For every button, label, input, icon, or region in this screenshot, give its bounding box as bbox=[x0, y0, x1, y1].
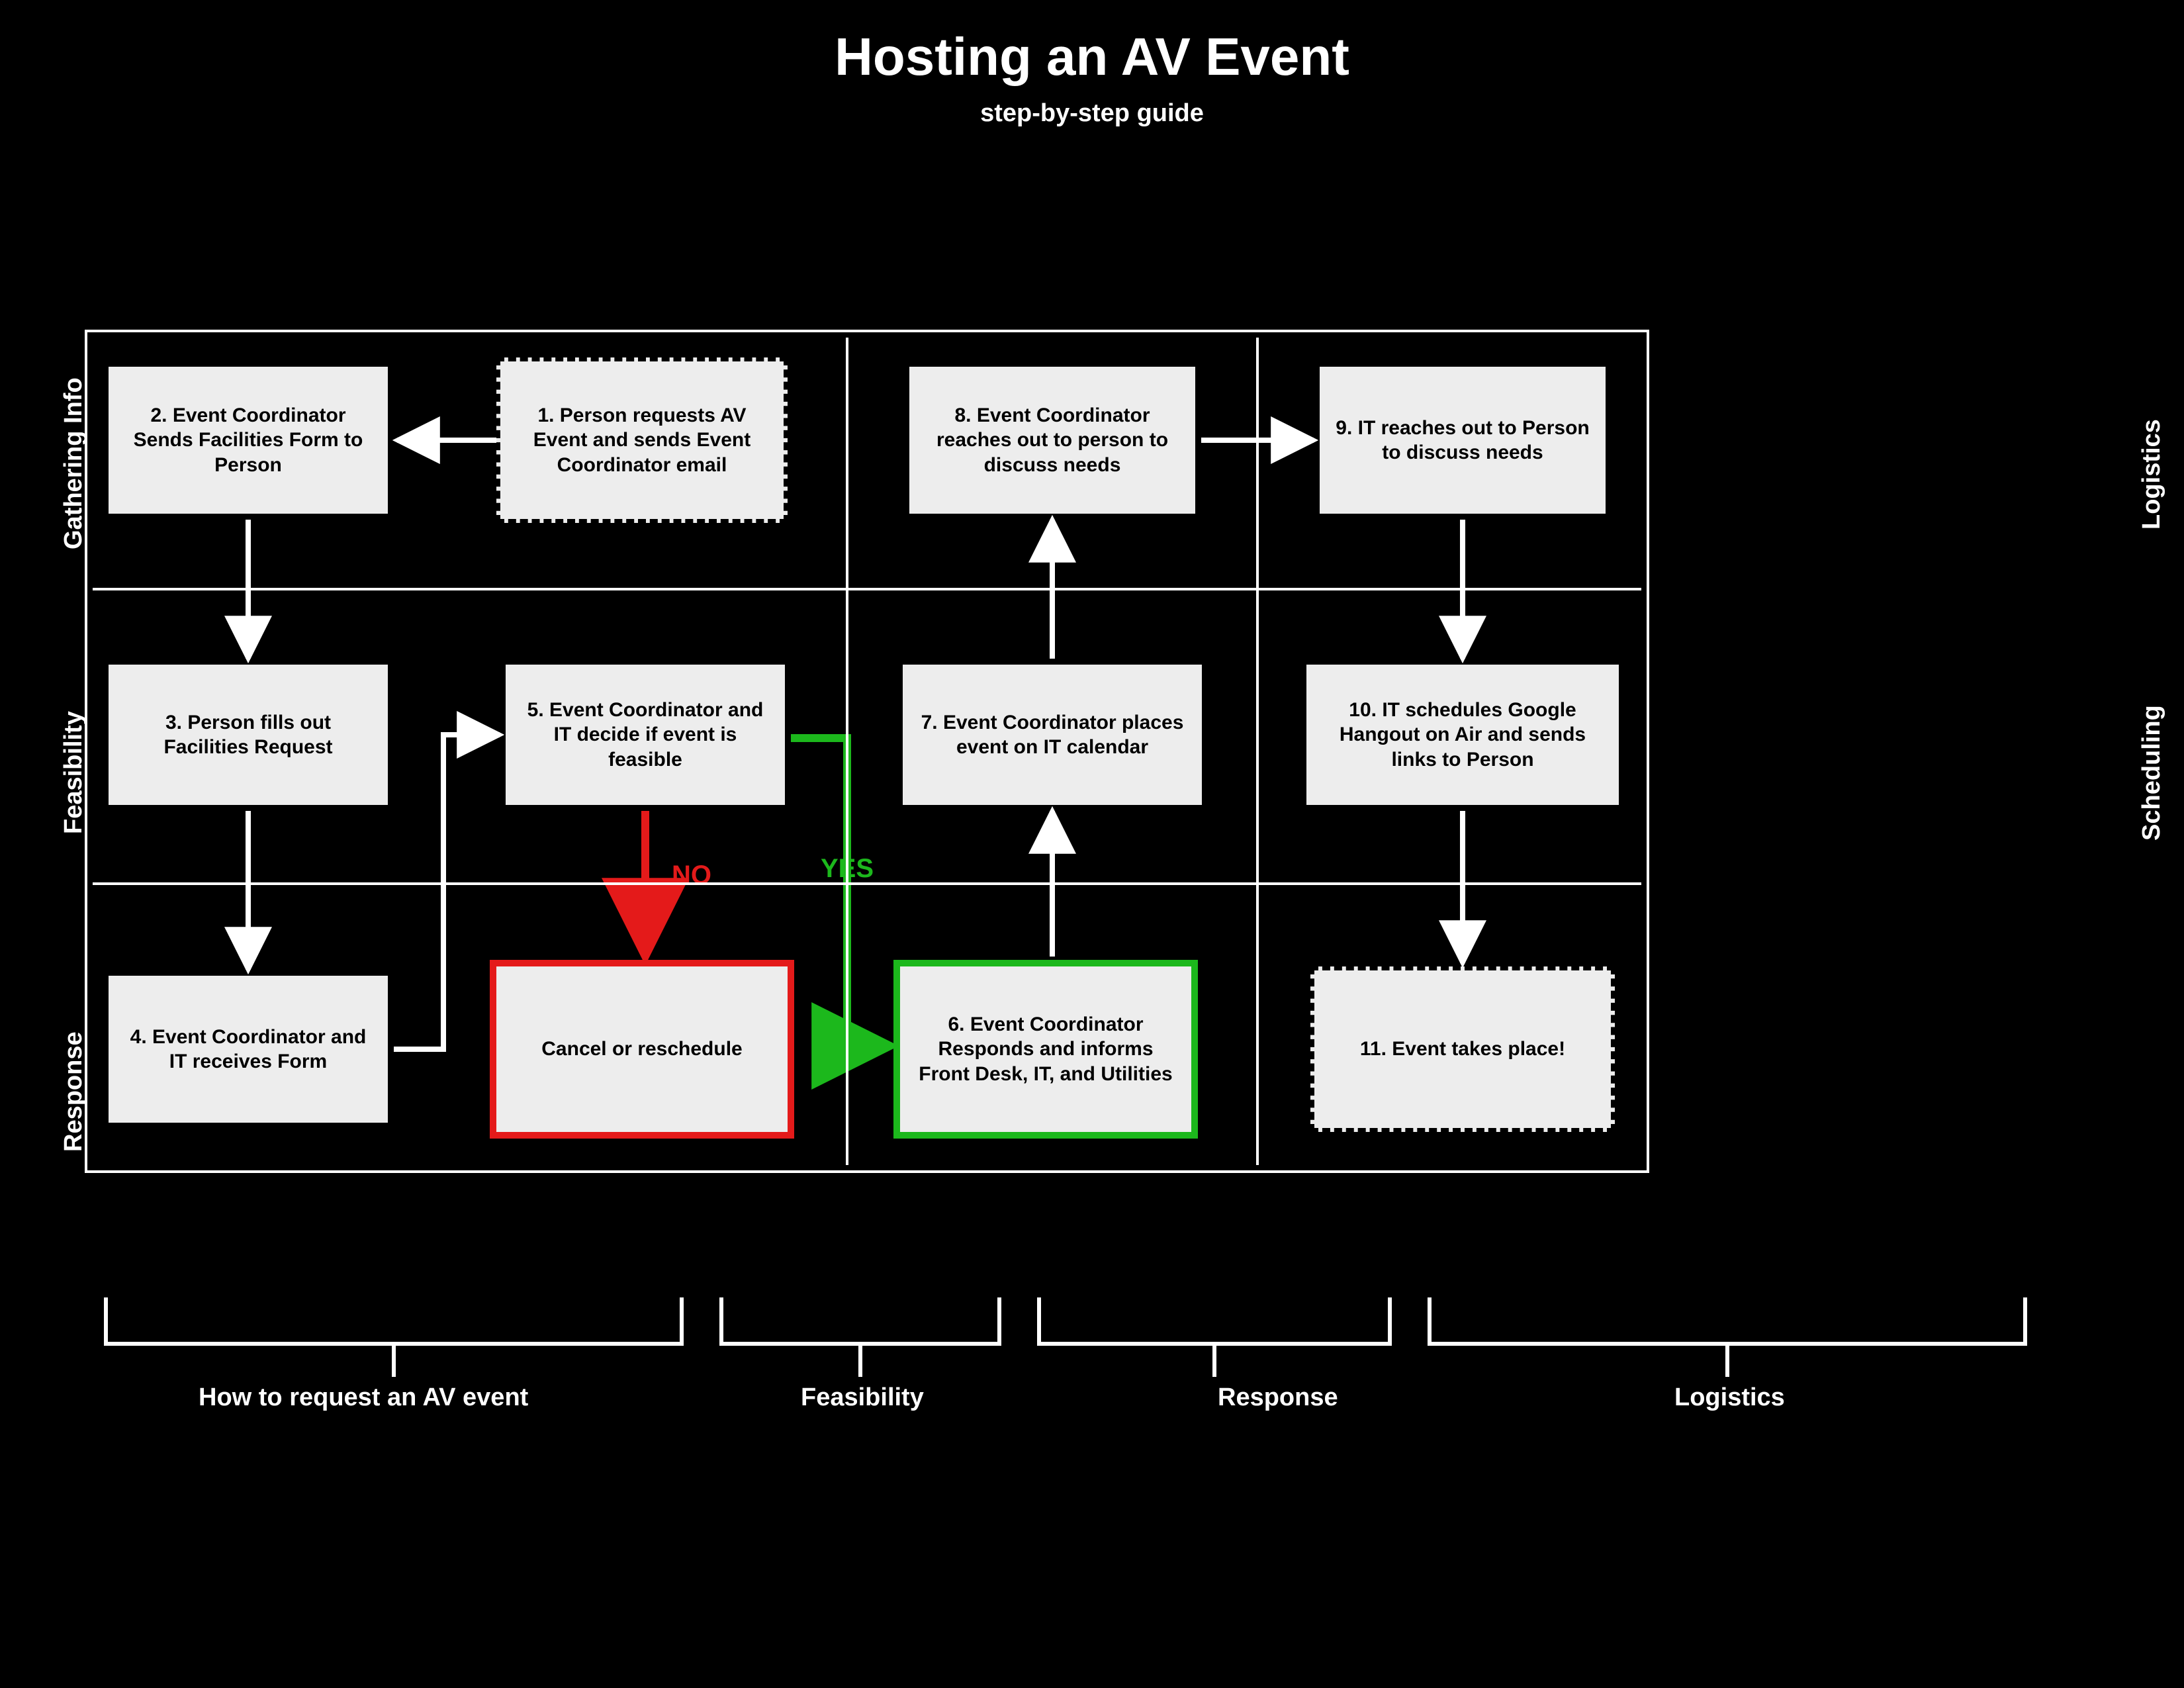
label-no: NO bbox=[672, 861, 711, 890]
node-9: 9. IT reaches out to Person to discuss n… bbox=[1317, 364, 1608, 516]
node-3: 3. Person fills out Facilities Request bbox=[106, 662, 390, 808]
footer-3: Response bbox=[1218, 1383, 1338, 1412]
node-8: 8. Event Coordinator reaches out to pers… bbox=[907, 364, 1198, 516]
flowchart-stage: Hosting an AV Event step-by-step guide G… bbox=[0, 0, 2184, 1688]
page-title: Hosting an AV Event bbox=[835, 26, 1349, 87]
page-subtitle: step-by-step guide bbox=[980, 99, 1204, 128]
node-11: 11. Event takes place! bbox=[1310, 966, 1615, 1132]
footer-2: Feasibility bbox=[801, 1383, 924, 1412]
footer-4: Logistics bbox=[1674, 1383, 1785, 1412]
label-yes: YES bbox=[821, 854, 874, 884]
node-2: 2. Event Coordinator Sends Facilities Fo… bbox=[106, 364, 390, 516]
node-1: 1. Person requests AV Event and sends Ev… bbox=[496, 357, 788, 523]
node-6: 6. Event Coordinator Responds and inform… bbox=[893, 960, 1198, 1139]
side-label-b: Feasibility bbox=[60, 711, 88, 834]
side-label-c: Response bbox=[60, 1031, 88, 1152]
node-5: 5. Event Coordinator and IT decide if ev… bbox=[503, 662, 788, 808]
node-4: 4. Event Coordinator and IT receives For… bbox=[106, 973, 390, 1125]
side-label-a: Gathering Info bbox=[60, 377, 88, 549]
connectors-layer bbox=[0, 0, 2184, 1688]
node-cancel: Cancel or reschedule bbox=[490, 960, 794, 1139]
node-10: 10. IT schedules Google Hangout on Air a… bbox=[1304, 662, 1621, 808]
side-label-e: Scheduling bbox=[2138, 705, 2166, 841]
node-7: 7. Event Coordinator places event on IT … bbox=[900, 662, 1205, 808]
side-label-d: Logistics bbox=[2138, 419, 2166, 530]
footer-1: How to request an AV event bbox=[199, 1383, 528, 1412]
